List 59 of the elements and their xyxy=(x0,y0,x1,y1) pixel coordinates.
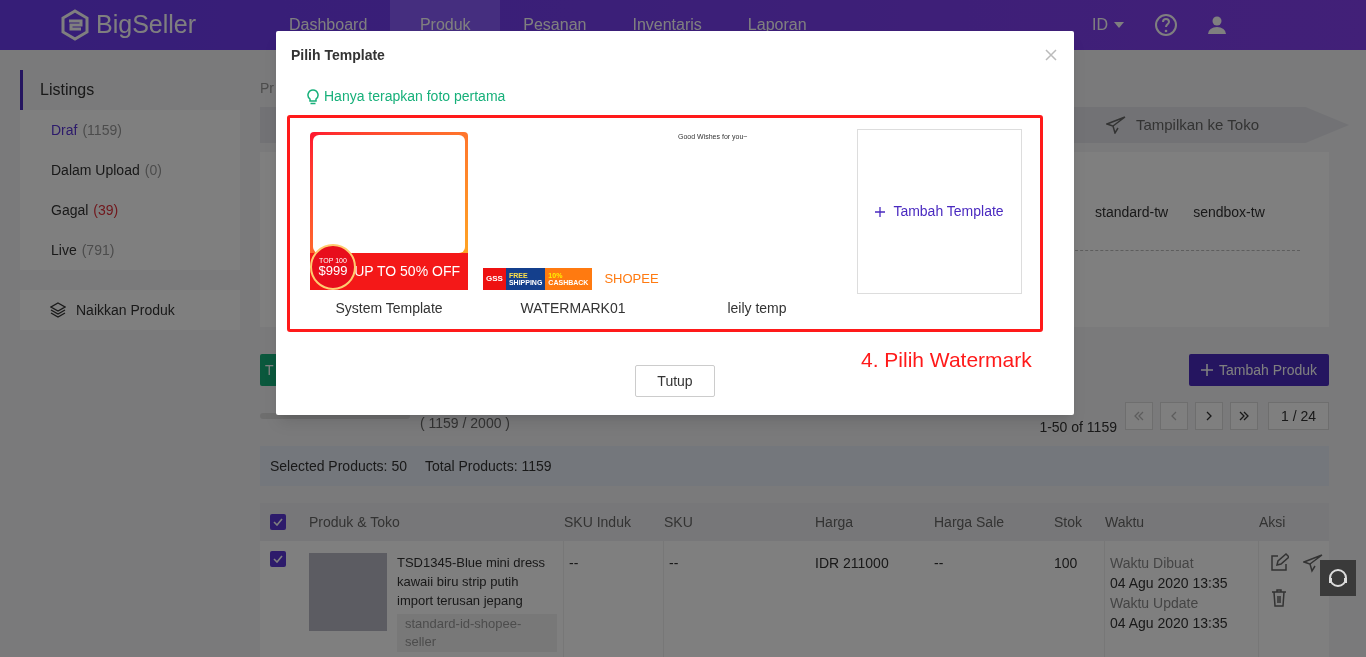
check-icon xyxy=(273,555,283,563)
last-page-button[interactable] xyxy=(1229,402,1258,430)
column-header: Aksi xyxy=(1259,512,1287,532)
upload-menu-item[interactable]: Naikkan Produk xyxy=(20,290,240,330)
product-name[interactable]: TSD1345-Blue mini dress kawaii biru strip putih import terusan jepang xyxy=(397,553,557,610)
logo-icon xyxy=(60,9,90,41)
delete-icon[interactable] xyxy=(1269,588,1289,608)
add-template-button[interactable]: Tambah Template xyxy=(857,129,1022,294)
next-page-button[interactable] xyxy=(1194,402,1223,430)
hint-text: Hanya terapkan foto pertama xyxy=(324,87,506,106)
column-header: SKU xyxy=(664,512,694,532)
plus-icon xyxy=(875,206,886,217)
store-option[interactable]: sendbox-tw xyxy=(1193,202,1265,223)
close-button[interactable]: Tutup xyxy=(635,365,715,397)
layers-icon xyxy=(50,302,66,318)
plus-icon xyxy=(1200,364,1213,376)
column-header: Harga xyxy=(815,512,855,532)
table-cell-text: -- xyxy=(668,554,680,573)
support-chat-button[interactable] xyxy=(1320,560,1356,596)
time-label: Waktu Update xyxy=(1110,594,1200,613)
total-count: Total Products: 1159 xyxy=(425,456,552,476)
column-header: SKU Induk xyxy=(564,512,632,532)
double-chevron-right-icon xyxy=(1238,411,1249,421)
time-value: 04 Agu 2020 13:35 xyxy=(1110,574,1229,593)
column-header: Stok xyxy=(1054,512,1083,532)
caret-icon xyxy=(1114,22,1124,28)
time-label: Waktu Dibuat xyxy=(1110,554,1195,573)
edit-icon[interactable] xyxy=(1269,553,1289,573)
checkbox[interactable] xyxy=(270,551,286,567)
close-icon[interactable] xyxy=(1045,49,1057,61)
page-indicator[interactable]: 1 / 24 xyxy=(1267,402,1329,430)
pagination-range: 1-50 of 1159 xyxy=(1039,418,1117,437)
column-header: Harga Sale xyxy=(934,512,1006,532)
dialog-title: Pilih Template xyxy=(291,45,385,65)
annotation-text: 4. Pilih Watermark xyxy=(861,347,1032,373)
help-icon[interactable] xyxy=(1154,13,1178,37)
check-icon xyxy=(273,518,283,526)
table-cell: -- xyxy=(564,541,664,657)
table-cell-text: IDR 211000 xyxy=(815,554,890,573)
table-cell-text: -- xyxy=(934,554,945,573)
quota-text: ( 1159 / 2000 ) xyxy=(420,414,511,433)
column-header: Produk & Toko xyxy=(309,512,401,532)
user-icon[interactable] xyxy=(1208,16,1226,34)
checkbox[interactable] xyxy=(270,514,286,530)
send-icon[interactable] xyxy=(1303,553,1323,573)
add-product-button[interactable]: Tambah Produk xyxy=(1188,354,1329,386)
logo-text: BigSeller xyxy=(96,9,197,41)
store-option[interactable]: standard-tw xyxy=(1095,202,1169,223)
time-value: 04 Agu 2020 13:35 xyxy=(1110,614,1229,633)
sidebar-item[interactable]: Gagal (39) xyxy=(20,190,240,230)
headset-icon xyxy=(1326,566,1350,590)
column-header: Waktu xyxy=(1105,512,1146,532)
double-chevron-left-icon xyxy=(1133,411,1144,421)
lightbulb-icon xyxy=(307,88,319,105)
send-icon xyxy=(1105,116,1126,134)
table-cell: 100 xyxy=(1054,541,1105,657)
selected-count: Selected Products: 50 xyxy=(270,456,407,476)
language-dropdown[interactable]: ID xyxy=(1092,13,1124,37)
step-item: Tampilkan ke Toko xyxy=(1105,113,1259,137)
